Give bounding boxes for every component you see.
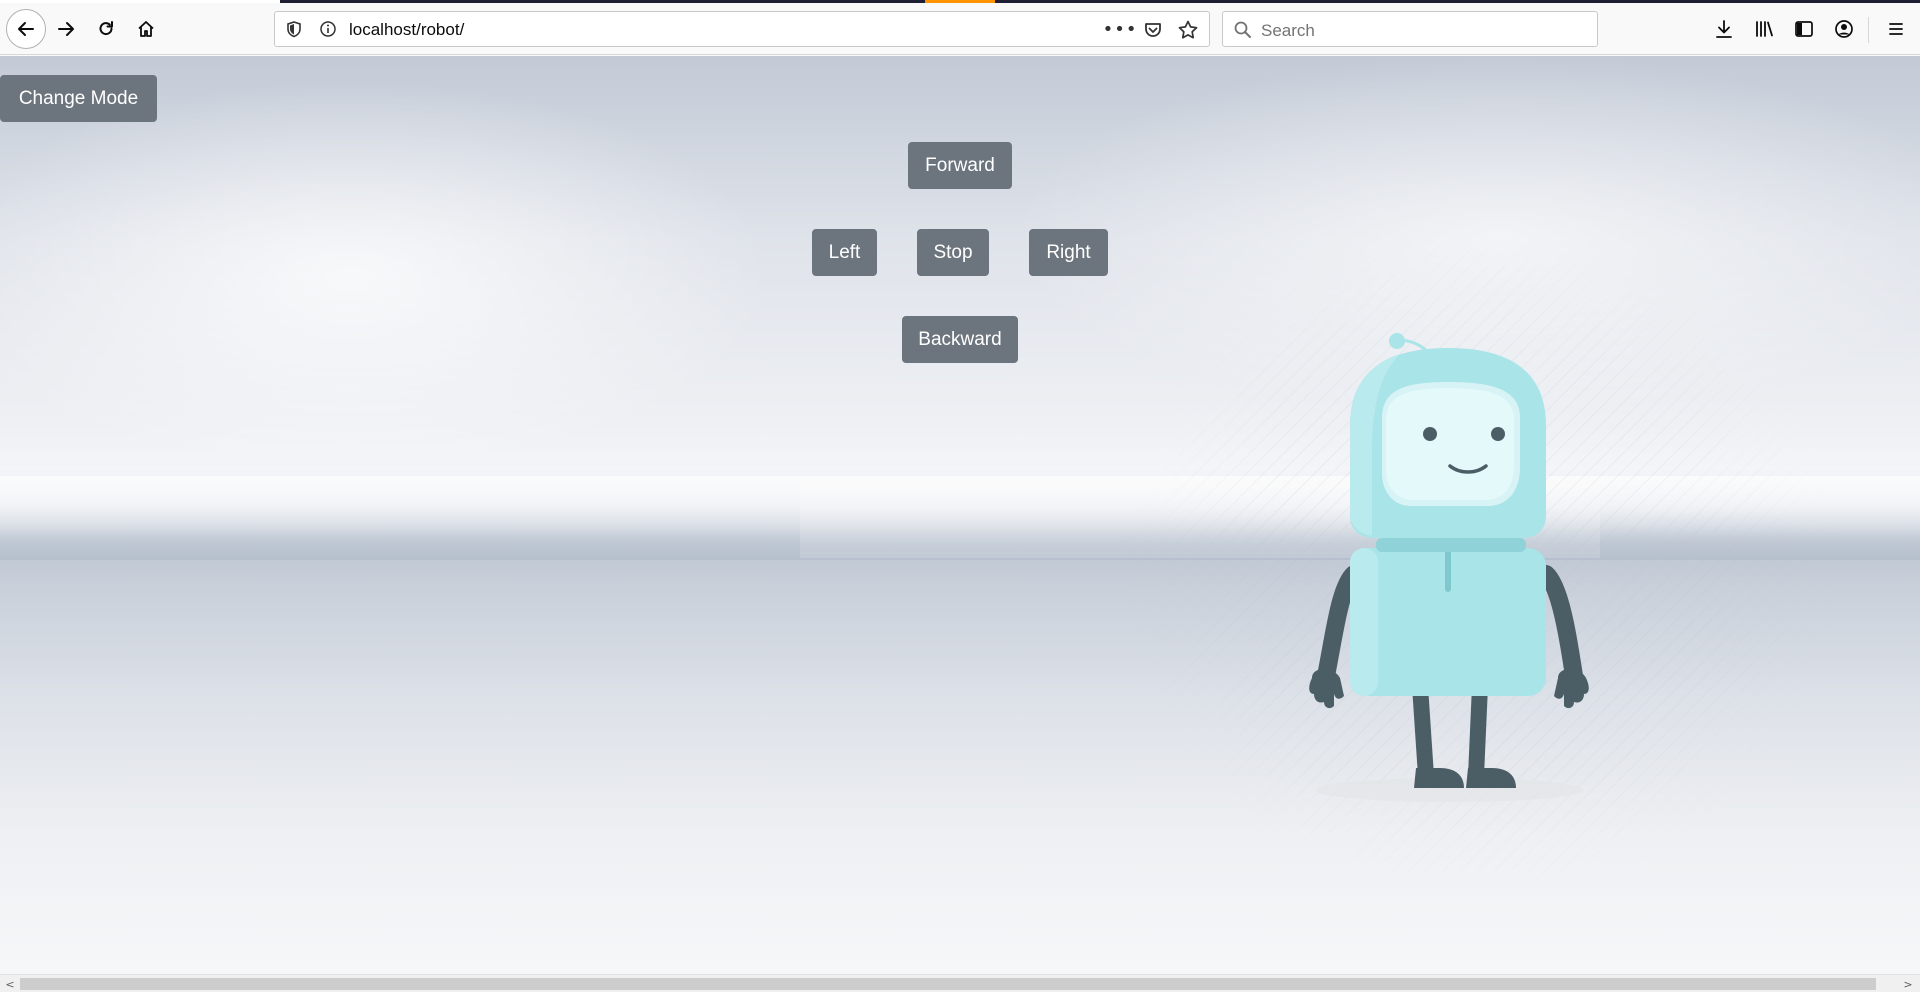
- right-button[interactable]: Right: [1029, 229, 1108, 276]
- search-bar[interactable]: Search: [1222, 11, 1598, 47]
- reload-icon: [99, 21, 113, 36]
- left-button[interactable]: Left: [812, 229, 877, 276]
- pocket-icon[interactable]: [1143, 20, 1163, 40]
- change-mode-button[interactable]: Change Mode: [0, 75, 157, 122]
- home-icon: [138, 21, 154, 37]
- forward-nav-button[interactable]: [48, 11, 84, 47]
- backward-button[interactable]: Backward: [902, 316, 1018, 363]
- url-bar[interactable]: localhost/robot/ •••: [274, 11, 1210, 47]
- forward-button[interactable]: Forward: [908, 142, 1012, 189]
- account-icon: [1835, 20, 1853, 38]
- stop-button[interactable]: Stop: [917, 229, 989, 276]
- home-button[interactable]: [128, 11, 164, 47]
- library-icon: [1756, 21, 1773, 37]
- account-button[interactable]: [1828, 13, 1860, 45]
- forward-icon: [58, 22, 74, 36]
- downloads-button[interactable]: [1708, 13, 1740, 45]
- menu-icon: [1889, 23, 1903, 35]
- sidebar-button[interactable]: [1788, 13, 1820, 45]
- library-button[interactable]: [1748, 13, 1780, 45]
- bookmark-star-icon[interactable]: [1177, 19, 1199, 41]
- back-button[interactable]: [6, 9, 46, 49]
- url-text[interactable]: localhost/robot/: [349, 20, 464, 40]
- shield-icon[interactable]: [285, 20, 303, 38]
- info-icon[interactable]: [319, 20, 337, 38]
- toolbar-separator: [1868, 17, 1869, 43]
- horizontal-scrollbar[interactable]: < >: [0, 974, 1920, 992]
- scroll-right-arrow[interactable]: >: [1900, 976, 1916, 992]
- page-viewport: Change Mode Forward Left Stop Right Back…: [0, 56, 1920, 974]
- scrollbar-thumb[interactable]: [20, 978, 1876, 990]
- robot-illustration: [1309, 333, 1589, 802]
- sidebar-icon: [1795, 21, 1813, 37]
- back-icon: [18, 22, 34, 36]
- reload-button[interactable]: [88, 11, 124, 47]
- app-menu-button[interactable]: [1880, 13, 1912, 45]
- download-icon: [1716, 20, 1732, 38]
- search-placeholder: Search: [1261, 21, 1315, 40]
- search-icon: [1234, 21, 1251, 38]
- page-actions-icon[interactable]: •••: [1103, 16, 1137, 42]
- browser-toolbar: localhost/robot/ ••• Search: [0, 3, 1920, 55]
- scroll-left-arrow[interactable]: <: [2, 976, 18, 992]
